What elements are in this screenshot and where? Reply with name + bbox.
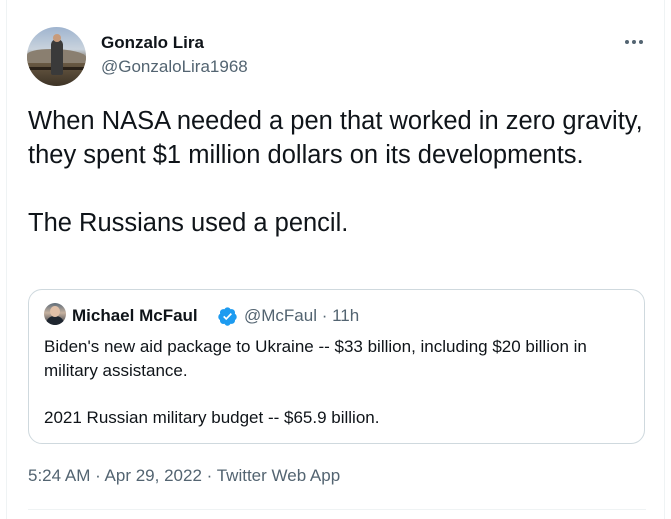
tweet-source-link[interactable]: Twitter Web App xyxy=(217,466,340,485)
tweet-paragraph: When NASA needed a pen that worked in ze… xyxy=(28,107,643,169)
tweet-metadata: 5:24 AM · Apr 29, 2022 · Twitter Web App xyxy=(28,466,340,486)
tweet-card: Gonzalo Lira @GonzaloLira1968 When NASA … xyxy=(6,0,665,519)
author-handle[interactable]: @GonzaloLira1968 xyxy=(101,57,248,77)
avatar-face xyxy=(50,306,60,317)
quoted-author-name[interactable]: Michael McFaul xyxy=(72,306,198,326)
verified-badge-icon xyxy=(218,307,237,326)
tweet-paragraph: The Russians used a pencil. xyxy=(28,209,349,237)
quoted-paragraph: 2021 Russian military budget -- $65.9 bi… xyxy=(44,407,380,427)
quoted-tweet-text: Biden's new aid package to Ukraine -- $3… xyxy=(44,335,634,429)
tweet-time-link[interactable]: 5:24 AM xyxy=(28,466,90,485)
avatar-suit xyxy=(46,316,64,325)
meta-separator: · xyxy=(201,466,217,485)
quoted-author-handle[interactable]: @McFaul · 11h xyxy=(244,306,359,326)
quoted-tweet[interactable]: Michael McFaul @McFaul · 11h Biden's new… xyxy=(28,289,645,444)
author-avatar[interactable] xyxy=(27,27,86,86)
meta-separator: · xyxy=(90,466,105,485)
divider xyxy=(28,509,646,510)
quoted-author-avatar[interactable] xyxy=(44,303,66,325)
quoted-paragraph: Biden's new aid package to Ukraine -- $3… xyxy=(44,337,587,380)
avatar-head xyxy=(53,34,61,42)
tweet-text: When NASA needed a pen that worked in ze… xyxy=(28,104,648,240)
author-name[interactable]: Gonzalo Lira xyxy=(101,33,204,53)
tweet-date-link[interactable]: Apr 29, 2022 xyxy=(105,466,202,485)
avatar-person xyxy=(51,39,63,75)
more-horizontal-icon[interactable] xyxy=(624,34,644,50)
